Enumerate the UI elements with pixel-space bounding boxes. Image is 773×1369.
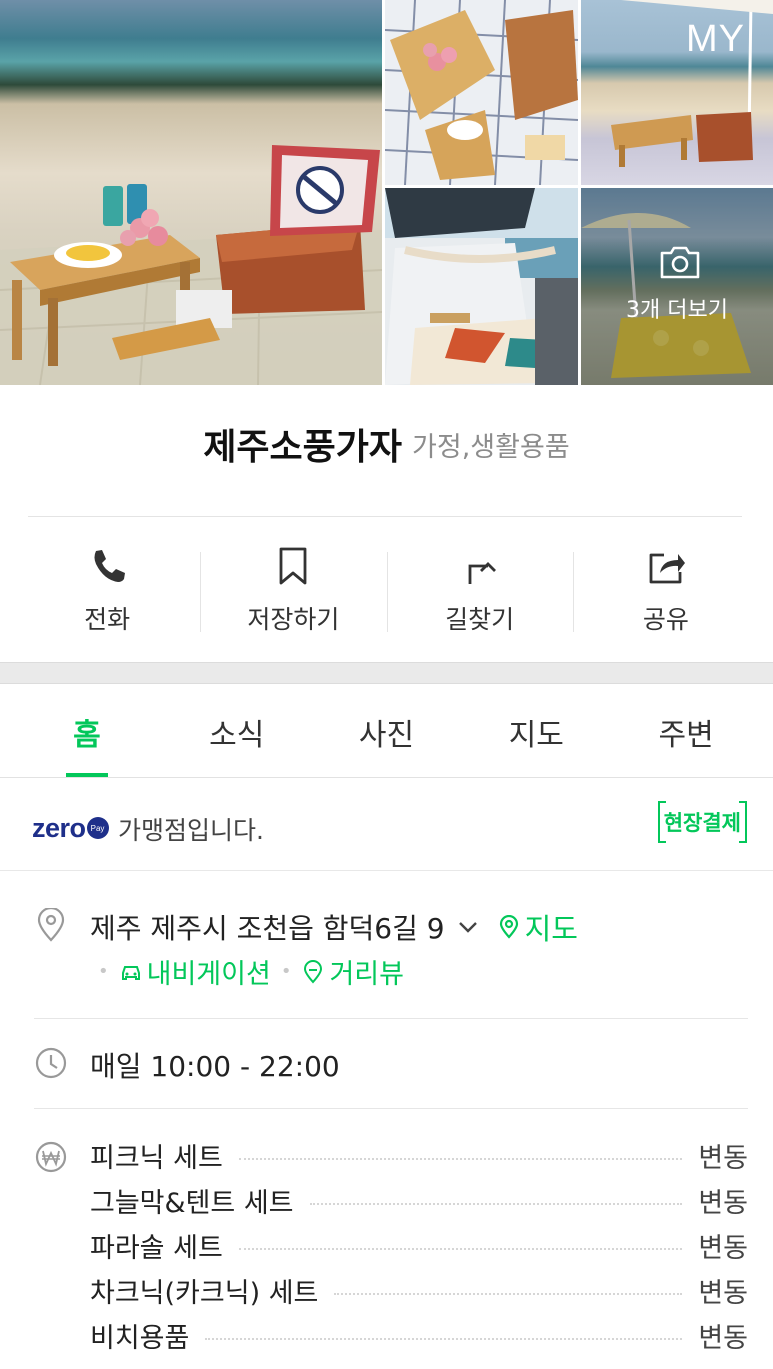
street-view-link[interactable]: 거리뷰 xyxy=(301,952,404,991)
directions-icon xyxy=(468,562,496,584)
tab-map[interactable]: 지도 xyxy=(461,684,611,777)
save-label: 저장하기 xyxy=(247,605,340,634)
place-category: 가정,생활용품 xyxy=(412,431,570,463)
chevron-down-icon[interactable] xyxy=(457,916,479,938)
gallery-photo-3[interactable] xyxy=(385,188,578,385)
price-list-item: 차크닉(카크닉) 세트 변동 xyxy=(90,1268,748,1313)
zeropay-logo-text: zero xyxy=(32,812,86,843)
price-list: 피크닉 세트 변동 그늘막&텐트 세트 변동 파라솔 세트 변동 차크닉(카크닉… xyxy=(90,1133,748,1358)
menu-item-price: 변동 xyxy=(698,1188,748,1219)
address-sub-links: • 내비게이션 • 거리뷰 xyxy=(88,952,404,991)
bullet: • xyxy=(98,961,109,982)
dotted-leader xyxy=(238,1247,683,1250)
street-view-icon xyxy=(304,959,323,984)
price-list-item: 비치용품 변동 xyxy=(90,1313,748,1358)
navigation-link-label: 내비게이션 xyxy=(146,959,271,990)
price-list-item: 피크닉 세트 변동 xyxy=(90,1133,748,1178)
street-view-link-label: 거리뷰 xyxy=(329,959,404,990)
navigation-link[interactable]: 내비게이션 xyxy=(119,952,271,991)
zeropay-pay-badge: Pay xyxy=(86,817,109,839)
business-hours[interactable]: 매일 10:00 - 22:00 xyxy=(90,1045,340,1085)
divider xyxy=(28,516,742,517)
gallery-photo-1[interactable] xyxy=(385,0,578,185)
won-currency-icon xyxy=(35,1141,67,1173)
place-name: 제주소풍가자 xyxy=(203,427,403,468)
action-bar: 전화 저장하기 길찾기 공유 xyxy=(14,540,759,640)
menu-item-price: 변동 xyxy=(698,1143,748,1174)
gallery-photo-4[interactable] xyxy=(581,188,773,385)
dotted-leader xyxy=(205,1337,683,1340)
more-photos-label[interactable]: 3개 더보기 xyxy=(581,292,773,324)
map-pin-icon xyxy=(499,915,518,939)
price-list-item: 그늘막&텐트 세트 변동 xyxy=(90,1178,748,1223)
menu-item-name: 차크닉(카크닉) 세트 xyxy=(90,1278,319,1309)
dotted-leader xyxy=(309,1202,683,1205)
photo-gallery: MY 3개 더보기 xyxy=(0,0,773,385)
dotted-leader xyxy=(334,1292,683,1295)
call-button[interactable]: 전화 xyxy=(14,540,200,640)
bullet: • xyxy=(280,961,292,982)
my-label[interactable]: MY xyxy=(686,18,745,61)
zeropay-text: 가맹점입니다. xyxy=(118,816,264,845)
dotted-leader xyxy=(238,1157,683,1160)
divider xyxy=(34,1018,748,1019)
car-icon xyxy=(121,965,140,980)
menu-item-price: 변동 xyxy=(698,1233,748,1264)
menu-item-name: 파라솔 세트 xyxy=(90,1233,223,1264)
place-title-row: 제주소풍가자 가정,생활용품 xyxy=(0,418,773,470)
section-separator xyxy=(0,662,773,684)
main-photo[interactable] xyxy=(0,0,382,385)
menu-item-name: 그늘막&텐트 세트 xyxy=(90,1188,294,1219)
directions-button[interactable]: 길찾기 xyxy=(386,540,573,640)
directions-label: 길찾기 xyxy=(445,605,515,634)
address-row: 제주 제주시 조천읍 함덕6길 9 지도 xyxy=(90,906,578,948)
call-label: 전화 xyxy=(84,605,131,634)
tab-bar: 홈 소식 사진 지도 주변 xyxy=(0,684,773,778)
onsite-payment-badge: 현장결제 xyxy=(657,801,748,843)
address-text[interactable]: 제주 제주시 조천읍 함덕6길 9 xyxy=(90,907,445,947)
zeropay-row: zero Pay 가맹점입니다. 현장결제 xyxy=(0,779,773,871)
price-list-item: 파라솔 세트 변동 xyxy=(90,1223,748,1268)
tab-home[interactable]: 홈 xyxy=(12,684,162,777)
clock-icon xyxy=(35,1047,67,1079)
menu-item-name: 비치용품 xyxy=(90,1323,190,1354)
share-icon xyxy=(649,553,685,584)
menu-item-name: 피크닉 세트 xyxy=(90,1143,223,1174)
phone-icon xyxy=(94,550,126,582)
zeropay-logo: zero Pay xyxy=(32,813,109,843)
menu-item-price: 변동 xyxy=(698,1323,748,1354)
location-pin-icon xyxy=(37,908,65,942)
divider xyxy=(34,1108,748,1109)
map-link[interactable]: 지도 xyxy=(497,906,578,948)
save-button[interactable]: 저장하기 xyxy=(200,540,386,640)
menu-item-price: 변동 xyxy=(698,1278,748,1309)
tab-news[interactable]: 소식 xyxy=(162,684,312,777)
tab-photos[interactable]: 사진 xyxy=(312,684,462,777)
share-button[interactable]: 공유 xyxy=(572,540,759,640)
map-link-label: 지도 xyxy=(524,912,578,946)
bookmark-icon xyxy=(279,547,307,585)
tab-nearby[interactable]: 주변 xyxy=(611,684,761,777)
camera-icon xyxy=(660,246,700,279)
share-label: 공유 xyxy=(642,605,689,634)
